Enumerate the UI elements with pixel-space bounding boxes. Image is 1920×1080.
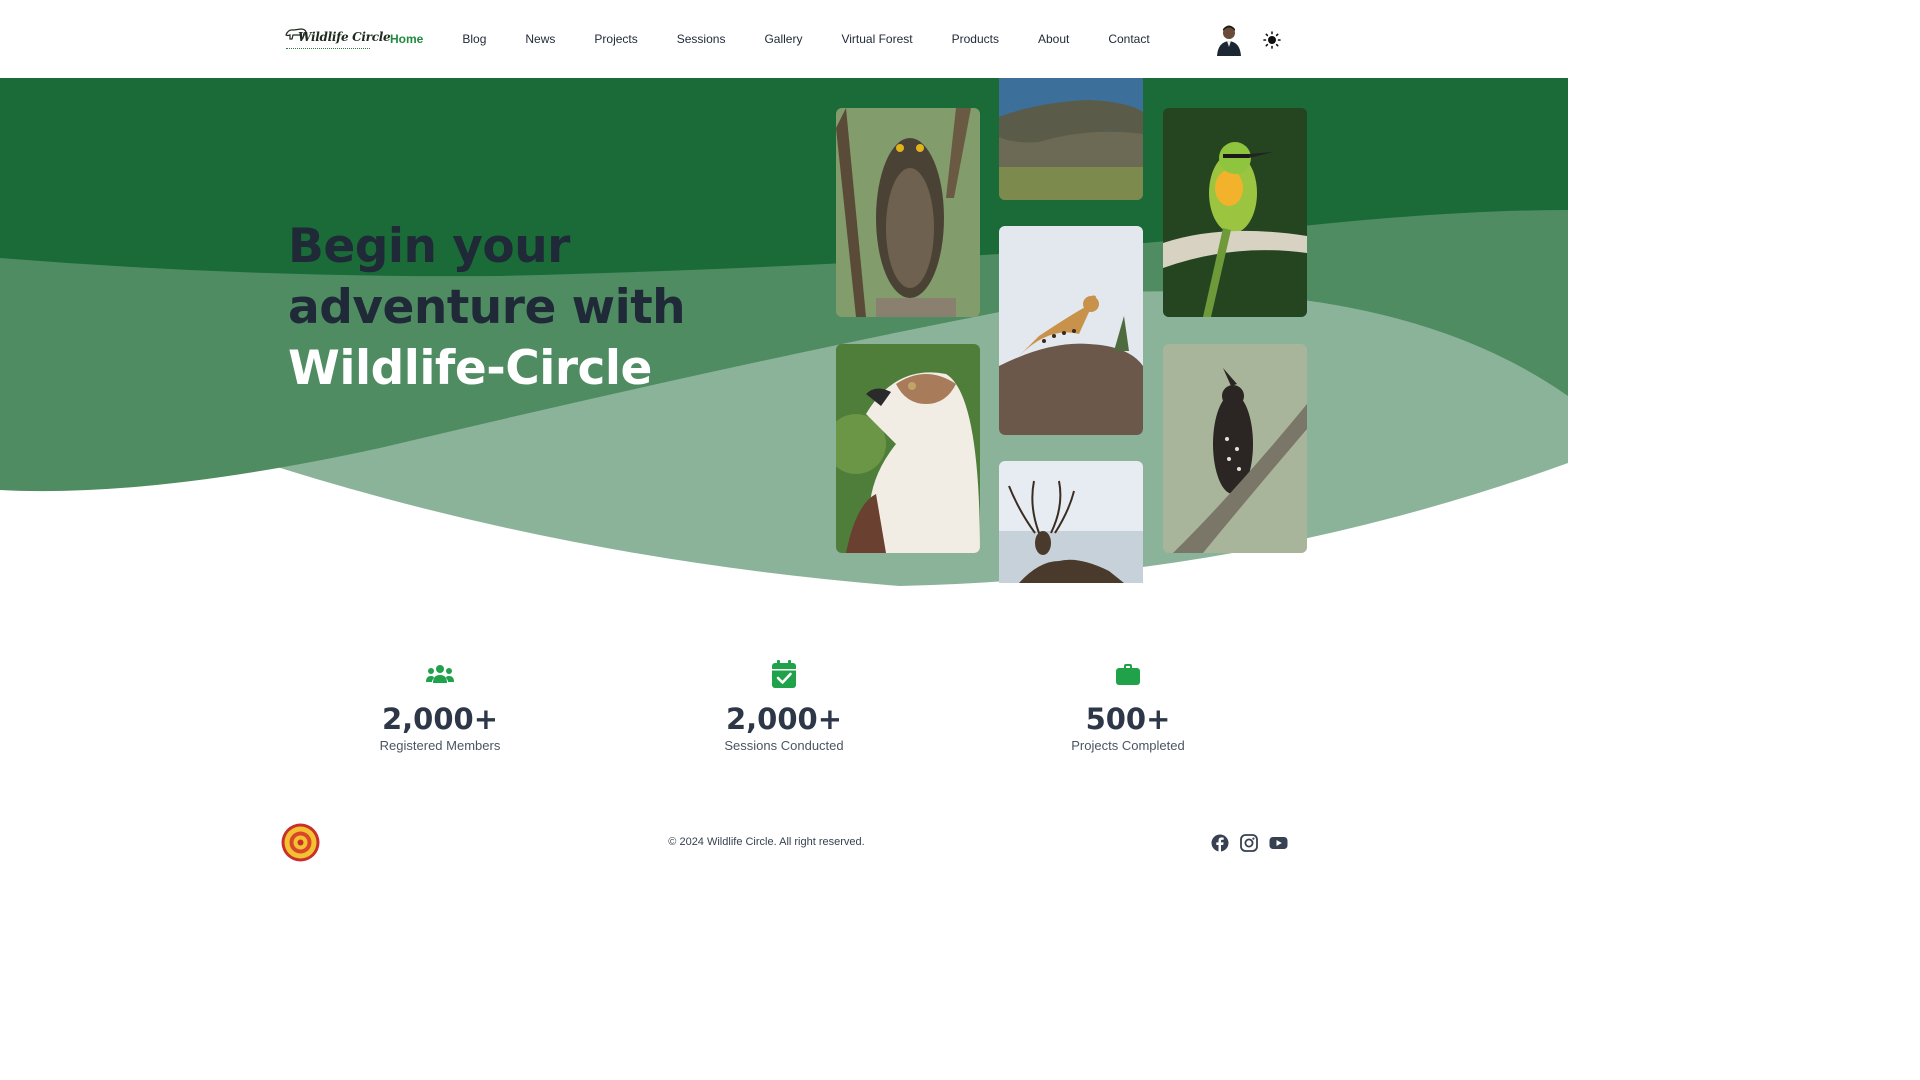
crocodile-photo[interactable] [999,72,1143,200]
sun-icon[interactable] [1263,31,1281,49]
stat-label: Projects Completed [1071,738,1185,753]
crested-hawk-eagle-photo[interactable] [1163,344,1307,553]
briefcase-icon [1116,664,1140,685]
nav-projects[interactable]: Projects [594,31,637,47]
bee-eater-photo[interactable] [1163,108,1307,317]
nav-blog[interactable]: Blog [462,31,486,47]
main-menu: Home Blog News Projects Sessions Gallery… [390,31,1189,47]
top-navbar: Wildlife Circle Home Blog News Projects … [0,0,1568,78]
leopard-photo[interactable] [999,226,1143,435]
youtube-icon[interactable] [1269,834,1288,852]
stat-sessions-conducted: 2,000+ Sessions Conducted [664,660,904,753]
site-logo[interactable]: Wildlife Circle [284,22,391,56]
hero-section: Begin your adventure with Wildlife-Circl… [0,72,1568,598]
instagram-icon[interactable] [1240,834,1258,852]
nav-news[interactable]: News [525,31,555,47]
nav-virtual-forest[interactable]: Virtual Forest [841,31,912,47]
calendar-check-icon [772,660,796,688]
hero-line-2: adventure with [288,280,686,335]
nav-gallery[interactable]: Gallery [764,31,802,47]
nav-about[interactable]: About [1038,31,1069,47]
stat-value: 2,000+ [725,702,843,736]
facebook-icon[interactable] [1211,834,1229,852]
stat-value: 2,000+ [381,702,499,736]
hero-line-1: Begin your [288,219,570,274]
hero-heading: Begin your adventure with Wildlife-Circl… [288,216,686,399]
nav-products[interactable]: Products [952,31,999,47]
stat-value: 500+ [1085,702,1171,736]
logo-underline [286,48,370,51]
stat-label: Registered Members [379,738,501,753]
nav-contact[interactable]: Contact [1108,31,1149,47]
hawk-eagle-photo[interactable] [836,344,980,553]
stat-registered-members: 2,000+ Registered Members [320,660,560,753]
stat-projects-completed: 500+ Projects Completed [1008,660,1248,753]
nav-sessions[interactable]: Sessions [677,31,726,47]
hero-wave-background [0,78,1568,598]
nav-home[interactable]: Home [390,31,423,47]
owl-photo[interactable] [836,108,980,317]
hero-line-3: Wildlife-Circle [288,341,652,396]
users-icon [426,665,454,683]
copyright-text: © 2024 Wildlife Circle. All right reserv… [668,836,865,848]
stat-label: Sessions Conducted [724,738,844,753]
user-avatar[interactable] [1215,23,1243,56]
deer-photo[interactable] [999,461,1143,583]
logo-text: Wildlife Circle [298,30,391,44]
